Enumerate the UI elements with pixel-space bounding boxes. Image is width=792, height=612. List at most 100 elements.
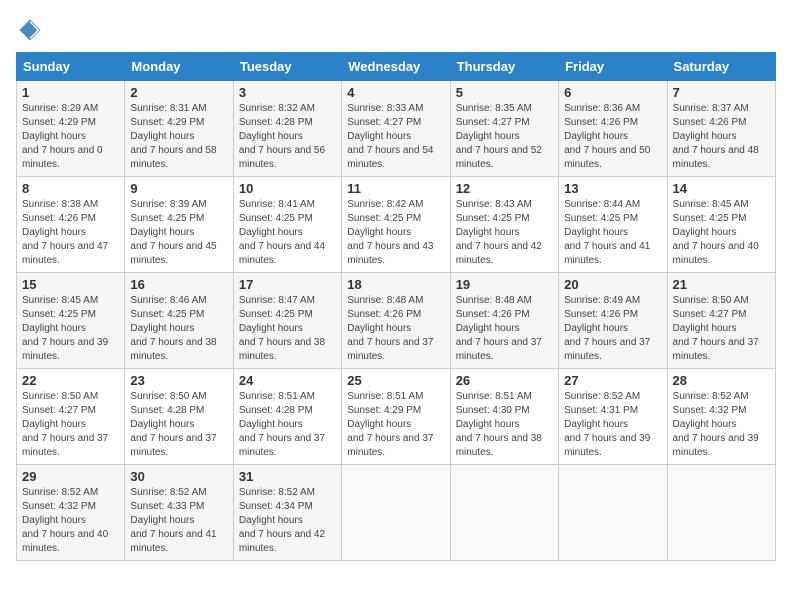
- calendar-cell: 19 Sunrise: 8:48 AM Sunset: 4:26 PM Dayl…: [450, 273, 558, 369]
- day-number: 12: [456, 181, 553, 196]
- day-number: 6: [564, 85, 661, 100]
- calendar-table: SundayMondayTuesdayWednesdayThursdayFrid…: [16, 52, 776, 561]
- calendar-cell: 20 Sunrise: 8:49 AM Sunset: 4:26 PM Dayl…: [559, 273, 667, 369]
- day-header-friday: Friday: [559, 53, 667, 81]
- day-info: Sunrise: 8:47 AM Sunset: 4:25 PM Dayligh…: [239, 294, 336, 364]
- calendar-cell: 6 Sunrise: 8:36 AM Sunset: 4:26 PM Dayli…: [559, 81, 667, 177]
- calendar-cell: [342, 465, 450, 561]
- day-info: Sunrise: 8:51 AM Sunset: 4:29 PM Dayligh…: [347, 390, 444, 460]
- calendar-cell: 17 Sunrise: 8:47 AM Sunset: 4:25 PM Dayl…: [233, 273, 341, 369]
- calendar-cell: 31 Sunrise: 8:52 AM Sunset: 4:34 PM Dayl…: [233, 465, 341, 561]
- day-info: Sunrise: 8:52 AM Sunset: 4:34 PM Dayligh…: [239, 486, 336, 556]
- day-info: Sunrise: 8:33 AM Sunset: 4:27 PM Dayligh…: [347, 102, 444, 172]
- day-number: 17: [239, 277, 336, 292]
- day-info: Sunrise: 8:36 AM Sunset: 4:26 PM Dayligh…: [564, 102, 661, 172]
- day-number: 26: [456, 373, 553, 388]
- day-number: 15: [22, 277, 119, 292]
- day-header-saturday: Saturday: [667, 53, 775, 81]
- day-number: 5: [456, 85, 553, 100]
- calendar-cell: 24 Sunrise: 8:51 AM Sunset: 4:28 PM Dayl…: [233, 369, 341, 465]
- day-number: 23: [130, 373, 227, 388]
- day-info: Sunrise: 8:49 AM Sunset: 4:26 PM Dayligh…: [564, 294, 661, 364]
- day-info: Sunrise: 8:31 AM Sunset: 4:29 PM Dayligh…: [130, 102, 227, 172]
- day-number: 14: [673, 181, 770, 196]
- day-info: Sunrise: 8:43 AM Sunset: 4:25 PM Dayligh…: [456, 198, 553, 268]
- page-header: [16, 16, 776, 44]
- day-info: Sunrise: 8:38 AM Sunset: 4:26 PM Dayligh…: [22, 198, 119, 268]
- day-number: 20: [564, 277, 661, 292]
- calendar-cell: 28 Sunrise: 8:52 AM Sunset: 4:32 PM Dayl…: [667, 369, 775, 465]
- day-info: Sunrise: 8:51 AM Sunset: 4:30 PM Dayligh…: [456, 390, 553, 460]
- day-number: 13: [564, 181, 661, 196]
- calendar-cell: 12 Sunrise: 8:43 AM Sunset: 4:25 PM Dayl…: [450, 177, 558, 273]
- day-number: 10: [239, 181, 336, 196]
- day-number: 27: [564, 373, 661, 388]
- day-info: Sunrise: 8:44 AM Sunset: 4:25 PM Dayligh…: [564, 198, 661, 268]
- day-number: 24: [239, 373, 336, 388]
- calendar-cell: 21 Sunrise: 8:50 AM Sunset: 4:27 PM Dayl…: [667, 273, 775, 369]
- calendar-cell: 2 Sunrise: 8:31 AM Sunset: 4:29 PM Dayli…: [125, 81, 233, 177]
- day-info: Sunrise: 8:52 AM Sunset: 4:32 PM Dayligh…: [22, 486, 119, 556]
- calendar-cell: 7 Sunrise: 8:37 AM Sunset: 4:26 PM Dayli…: [667, 81, 775, 177]
- day-header-wednesday: Wednesday: [342, 53, 450, 81]
- calendar-cell: 23 Sunrise: 8:50 AM Sunset: 4:28 PM Dayl…: [125, 369, 233, 465]
- calendar-body: 1 Sunrise: 8:29 AM Sunset: 4:29 PM Dayli…: [17, 81, 776, 561]
- calendar-cell: 18 Sunrise: 8:48 AM Sunset: 4:26 PM Dayl…: [342, 273, 450, 369]
- day-info: Sunrise: 8:45 AM Sunset: 4:25 PM Dayligh…: [673, 198, 770, 268]
- day-info: Sunrise: 8:39 AM Sunset: 4:25 PM Dayligh…: [130, 198, 227, 268]
- calendar-cell: 30 Sunrise: 8:52 AM Sunset: 4:33 PM Dayl…: [125, 465, 233, 561]
- calendar-cell: [559, 465, 667, 561]
- day-info: Sunrise: 8:42 AM Sunset: 4:25 PM Dayligh…: [347, 198, 444, 268]
- day-number: 11: [347, 181, 444, 196]
- day-number: 3: [239, 85, 336, 100]
- week-row-5: 29 Sunrise: 8:52 AM Sunset: 4:32 PM Dayl…: [17, 465, 776, 561]
- calendar-cell: 25 Sunrise: 8:51 AM Sunset: 4:29 PM Dayl…: [342, 369, 450, 465]
- day-info: Sunrise: 8:50 AM Sunset: 4:27 PM Dayligh…: [673, 294, 770, 364]
- day-info: Sunrise: 8:50 AM Sunset: 4:28 PM Dayligh…: [130, 390, 227, 460]
- calendar-cell: 29 Sunrise: 8:52 AM Sunset: 4:32 PM Dayl…: [17, 465, 125, 561]
- calendar-header: SundayMondayTuesdayWednesdayThursdayFrid…: [17, 53, 776, 81]
- day-info: Sunrise: 8:51 AM Sunset: 4:28 PM Dayligh…: [239, 390, 336, 460]
- day-header-thursday: Thursday: [450, 53, 558, 81]
- day-number: 19: [456, 277, 553, 292]
- calendar-cell: 3 Sunrise: 8:32 AM Sunset: 4:28 PM Dayli…: [233, 81, 341, 177]
- calendar-cell: 13 Sunrise: 8:44 AM Sunset: 4:25 PM Dayl…: [559, 177, 667, 273]
- day-number: 7: [673, 85, 770, 100]
- calendar-cell: 27 Sunrise: 8:52 AM Sunset: 4:31 PM Dayl…: [559, 369, 667, 465]
- calendar-cell: 5 Sunrise: 8:35 AM Sunset: 4:27 PM Dayli…: [450, 81, 558, 177]
- day-number: 1: [22, 85, 119, 100]
- day-info: Sunrise: 8:48 AM Sunset: 4:26 PM Dayligh…: [347, 294, 444, 364]
- day-info: Sunrise: 8:52 AM Sunset: 4:31 PM Dayligh…: [564, 390, 661, 460]
- day-info: Sunrise: 8:52 AM Sunset: 4:32 PM Dayligh…: [673, 390, 770, 460]
- week-row-3: 15 Sunrise: 8:45 AM Sunset: 4:25 PM Dayl…: [17, 273, 776, 369]
- day-info: Sunrise: 8:35 AM Sunset: 4:27 PM Dayligh…: [456, 102, 553, 172]
- day-number: 2: [130, 85, 227, 100]
- logo: [16, 16, 48, 44]
- calendar-cell: 22 Sunrise: 8:50 AM Sunset: 4:27 PM Dayl…: [17, 369, 125, 465]
- week-row-4: 22 Sunrise: 8:50 AM Sunset: 4:27 PM Dayl…: [17, 369, 776, 465]
- day-header-monday: Monday: [125, 53, 233, 81]
- day-header-sunday: Sunday: [17, 53, 125, 81]
- day-info: Sunrise: 8:52 AM Sunset: 4:33 PM Dayligh…: [130, 486, 227, 556]
- day-number: 31: [239, 469, 336, 484]
- calendar-cell: [667, 465, 775, 561]
- day-number: 21: [673, 277, 770, 292]
- calendar-cell: [450, 465, 558, 561]
- day-number: 29: [22, 469, 119, 484]
- calendar-cell: 9 Sunrise: 8:39 AM Sunset: 4:25 PM Dayli…: [125, 177, 233, 273]
- day-number: 8: [22, 181, 119, 196]
- day-number: 30: [130, 469, 227, 484]
- day-number: 18: [347, 277, 444, 292]
- calendar-cell: 10 Sunrise: 8:41 AM Sunset: 4:25 PM Dayl…: [233, 177, 341, 273]
- day-info: Sunrise: 8:37 AM Sunset: 4:26 PM Dayligh…: [673, 102, 770, 172]
- day-header-row: SundayMondayTuesdayWednesdayThursdayFrid…: [17, 53, 776, 81]
- day-info: Sunrise: 8:48 AM Sunset: 4:26 PM Dayligh…: [456, 294, 553, 364]
- day-number: 28: [673, 373, 770, 388]
- calendar-cell: 8 Sunrise: 8:38 AM Sunset: 4:26 PM Dayli…: [17, 177, 125, 273]
- calendar-cell: 1 Sunrise: 8:29 AM Sunset: 4:29 PM Dayli…: [17, 81, 125, 177]
- calendar-cell: 26 Sunrise: 8:51 AM Sunset: 4:30 PM Dayl…: [450, 369, 558, 465]
- day-info: Sunrise: 8:45 AM Sunset: 4:25 PM Dayligh…: [22, 294, 119, 364]
- day-number: 22: [22, 373, 119, 388]
- week-row-2: 8 Sunrise: 8:38 AM Sunset: 4:26 PM Dayli…: [17, 177, 776, 273]
- week-row-1: 1 Sunrise: 8:29 AM Sunset: 4:29 PM Dayli…: [17, 81, 776, 177]
